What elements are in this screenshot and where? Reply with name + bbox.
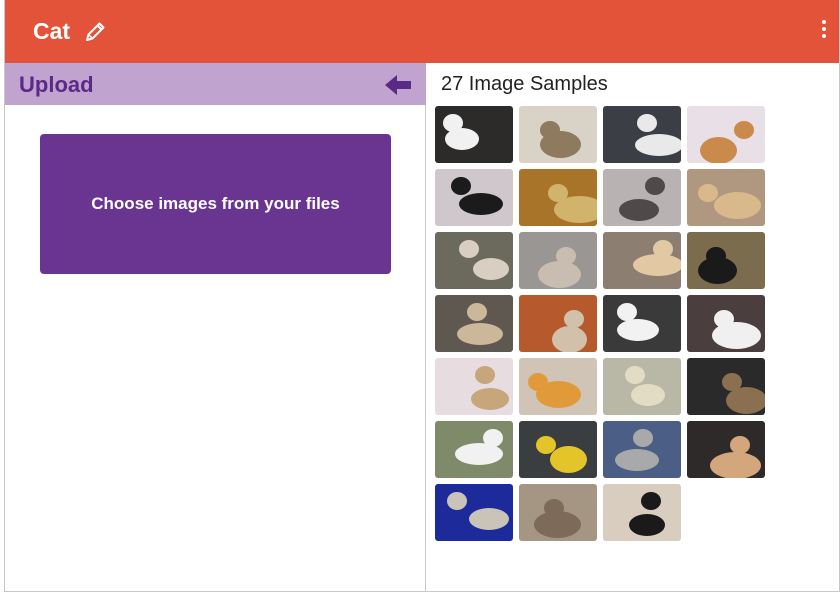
- app-card: Cat Upload Choose images from your files…: [4, 0, 840, 592]
- sample-thumbnail[interactable]: [603, 421, 681, 478]
- sample-thumbnail[interactable]: [519, 484, 597, 541]
- sample-thumbnail[interactable]: [519, 232, 597, 289]
- sample-thumbnail[interactable]: [687, 106, 765, 163]
- sample-thumbnail[interactable]: [435, 106, 513, 163]
- sample-thumbnail[interactable]: [687, 421, 765, 478]
- pencil-icon[interactable]: [83, 20, 107, 44]
- sample-thumbnail[interactable]: [519, 358, 597, 415]
- upload-header: Upload: [5, 63, 426, 105]
- sample-thumbnail[interactable]: [519, 169, 597, 226]
- sample-thumbnail[interactable]: [435, 484, 513, 541]
- sample-thumbnail[interactable]: [435, 421, 513, 478]
- upload-label: Upload: [19, 72, 94, 97]
- sample-thumbnail[interactable]: [603, 484, 681, 541]
- title-bar: Cat: [5, 0, 839, 63]
- sample-thumbnail-grid: [435, 106, 775, 541]
- sample-thumbnail[interactable]: [435, 169, 513, 226]
- sample-thumbnail[interactable]: [519, 106, 597, 163]
- sample-thumbnail[interactable]: [519, 421, 597, 478]
- sample-thumbnail[interactable]: [687, 358, 765, 415]
- upload-panel: Upload Choose images from your files: [5, 63, 426, 591]
- kebab-menu-icon[interactable]: [819, 20, 829, 44]
- sample-thumbnail[interactable]: [687, 232, 765, 289]
- samples-panel: 27 Image Samples: [427, 63, 839, 591]
- sample-thumbnail[interactable]: [435, 295, 513, 352]
- sample-thumbnail[interactable]: [519, 295, 597, 352]
- project-title: Cat: [33, 18, 71, 44]
- sample-thumbnail[interactable]: [687, 295, 765, 352]
- sample-thumbnail[interactable]: [603, 295, 681, 352]
- choose-images-button[interactable]: Choose images from your files: [40, 134, 391, 274]
- sample-thumbnail[interactable]: [603, 358, 681, 415]
- sample-thumbnail[interactable]: [603, 169, 681, 226]
- sample-thumbnail[interactable]: [435, 358, 513, 415]
- samples-count-title: 27 Image Samples: [441, 73, 608, 95]
- sample-thumbnail[interactable]: [435, 232, 513, 289]
- sample-thumbnail[interactable]: [603, 106, 681, 163]
- arrow-left-icon[interactable]: [383, 72, 413, 98]
- sample-thumbnail[interactable]: [603, 232, 681, 289]
- sample-thumbnail[interactable]: [687, 169, 765, 226]
